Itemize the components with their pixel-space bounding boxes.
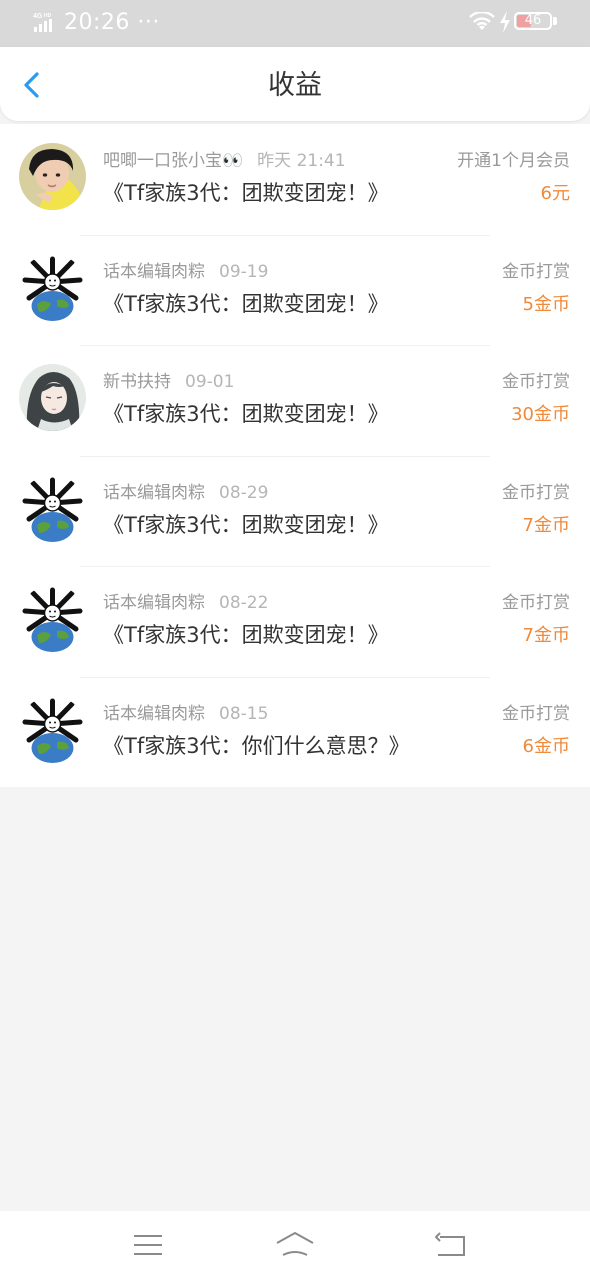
earning-type: 金币打赏 xyxy=(502,703,570,724)
earning-amount: 7金币 xyxy=(522,514,570,536)
sender-line: 吧唧一口张小宝👀 昨天 21:41 xyxy=(103,150,346,172)
book-title: 《Tf家族3代：你们什么意思？》 xyxy=(103,733,410,758)
earning-date: 08-29 xyxy=(219,482,269,503)
avatar[interactable] xyxy=(19,143,86,210)
book-title: 《Tf家族3代：团欺变团宠！》 xyxy=(103,291,389,316)
earning-row[interactable]: 话本编辑肉粽 08-22 《Tf家族3代：团欺变团宠！》 金币打赏 7金币 xyxy=(0,566,590,677)
avatar[interactable] xyxy=(19,253,86,321)
sender-name: 话本编辑肉粽 xyxy=(103,482,205,503)
home-icon xyxy=(276,1232,314,1256)
earning-amount: 6元 xyxy=(540,183,570,204)
earning-date: 08-15 xyxy=(219,703,269,724)
earning-row[interactable]: 吧唧一口张小宝👀 昨天 21:41 《Tf家族3代：团欺变团宠！》 开通1个月会员… xyxy=(0,124,590,235)
back-arrow-icon xyxy=(435,1232,465,1256)
boy-photo-avatar xyxy=(19,143,86,210)
meme-globe-avatar xyxy=(19,695,86,763)
earning-type: 金币打赏 xyxy=(502,261,570,282)
earning-date: 昨天 21:41 xyxy=(257,151,346,171)
battery-level: 46 xyxy=(524,13,542,28)
earning-row[interactable]: 话本编辑肉粽 09-19 《Tf家族3代：团欺变团宠！》 金币打赏 5金币 xyxy=(0,234,590,346)
sender-name: 新书扶持 xyxy=(103,372,171,392)
svg-text:HD: HD xyxy=(44,13,52,19)
system-nav-bar xyxy=(0,1211,590,1280)
sender-name: 吧唧一口张小宝👀 xyxy=(103,151,244,171)
menu-icon xyxy=(134,1235,162,1255)
earning-date: 09-19 xyxy=(219,261,269,282)
charging-icon xyxy=(500,11,510,33)
earning-type: 金币打赏 xyxy=(502,372,570,392)
earning-amount: 30金币 xyxy=(511,404,570,425)
status-time: 20:26 ··· xyxy=(64,10,160,35)
menu-button[interactable] xyxy=(128,1229,168,1261)
home-button[interactable] xyxy=(275,1229,315,1261)
earning-amount: 5金币 xyxy=(522,293,570,315)
book-title: 《Tf家族3代：团欺变团宠！》 xyxy=(103,402,389,426)
meme-globe-avatar xyxy=(19,474,86,542)
avatar[interactable] xyxy=(19,474,86,542)
status-bar: 4G HD 20:26 ··· 46 xyxy=(0,0,590,47)
back-nav-button[interactable] xyxy=(430,1229,470,1261)
earning-date: 08-22 xyxy=(219,593,269,613)
page-title: 收益 xyxy=(268,70,322,101)
sender-line: 话本编辑肉粽 08-15 xyxy=(103,703,268,725)
avatar[interactable] xyxy=(19,364,86,431)
earning-date: 09-01 xyxy=(185,372,235,392)
avatar[interactable] xyxy=(19,585,86,652)
sender-line: 话本编辑肉粽 08-22 xyxy=(103,592,268,614)
book-title: 《Tf家族3代：团欺变团宠！》 xyxy=(103,181,389,205)
battery-icon: 46 xyxy=(514,12,552,30)
sender-name: 话本编辑肉粽 xyxy=(103,703,205,724)
sender-line: 话本编辑肉粽 08-29 xyxy=(103,482,268,504)
avatar[interactable] xyxy=(19,695,86,763)
earning-row[interactable]: 话本编辑肉粽 08-29 《Tf家族3代：团欺变团宠！》 金币打赏 7金币 xyxy=(0,455,590,567)
earning-amount: 7金币 xyxy=(522,625,570,646)
earning-amount: 6金币 xyxy=(522,735,570,757)
earning-type: 开通1个月会员 xyxy=(457,151,570,171)
earning-type: 金币打赏 xyxy=(502,593,570,613)
meme-globe-avatar xyxy=(19,253,86,321)
earning-type: 金币打赏 xyxy=(502,482,570,503)
sender-line: 话本编辑肉粽 09-19 xyxy=(103,261,268,283)
app-header: 收益 xyxy=(0,47,590,121)
earning-row[interactable]: 话本编辑肉粽 08-15 《Tf家族3代：你们什么意思？》 金币打赏 6金币 xyxy=(0,676,590,788)
sender-line: 新书扶持 09-01 xyxy=(103,371,234,393)
book-title: 《Tf家族3代：团欺变团宠！》 xyxy=(103,512,389,537)
earnings-list: 吧唧一口张小宝👀 昨天 21:41 《Tf家族3代：团欺变团宠！》 开通1个月会员… xyxy=(0,124,590,787)
book-title: 《Tf家族3代：团欺变团宠！》 xyxy=(103,623,389,647)
battery-cap xyxy=(553,17,557,25)
signal-icon: 4G HD xyxy=(33,13,52,32)
sender-name: 话本编辑肉粽 xyxy=(103,593,205,613)
anime-portrait-avatar xyxy=(19,364,86,431)
earning-row[interactable]: 新书扶持 09-01 《Tf家族3代：团欺变团宠！》 金币打赏 30金币 xyxy=(0,345,590,456)
svg-text:4G: 4G xyxy=(33,13,43,20)
meme-globe-avatar xyxy=(19,585,86,652)
sender-name: 话本编辑肉粽 xyxy=(103,261,205,282)
wifi-icon xyxy=(469,12,495,30)
